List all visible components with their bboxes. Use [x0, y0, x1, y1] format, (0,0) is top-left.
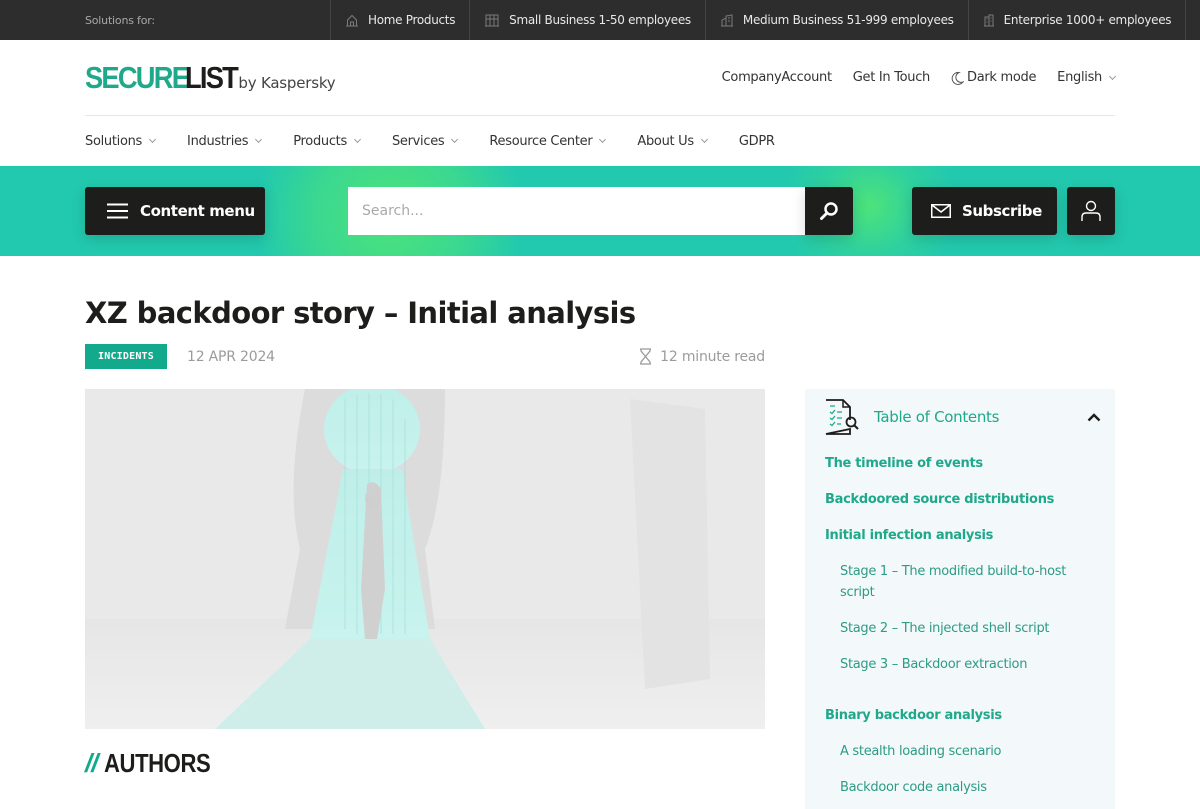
toc-title: Table of Contents	[874, 408, 1000, 426]
authors-heading: // AUTHORS	[85, 748, 230, 779]
search-button[interactable]	[805, 187, 853, 235]
language-select[interactable]: English	[1057, 70, 1117, 85]
nav-about-us-label: About Us	[637, 133, 694, 149]
solutions-home-products[interactable]: Home Products	[330, 0, 469, 40]
nav-gdpr-label: GDPR	[738, 133, 775, 149]
language-label: English	[1057, 70, 1102, 85]
table-of-contents: Table of Contents The timeline of events…	[805, 389, 1115, 809]
nav-industries[interactable]: Industries	[187, 133, 263, 149]
keyhole-illustration	[85, 389, 765, 729]
dark-mode-label: Dark mode	[967, 70, 1037, 85]
main-nav: Solutions Industries Products Services R…	[85, 116, 1115, 166]
chevron-up-icon	[1087, 412, 1101, 421]
solutions-bar: Solutions for: Home Products Small Busin…	[0, 0, 1200, 40]
logo-list: LIST	[185, 59, 239, 95]
article-meta: INCIDENTS 12 APR 2024 12 minute read	[85, 344, 765, 369]
dark-mode-toggle[interactable]: Dark mode	[951, 70, 1036, 85]
toc-item-backdoor-code[interactable]: Backdoor code analysis	[840, 777, 1090, 798]
medium-building-icon	[720, 13, 733, 26]
nav-services[interactable]: Services	[391, 133, 459, 149]
company-account-link[interactable]: CompanyAccount	[722, 70, 832, 85]
hero-image	[85, 389, 765, 729]
site-header: SECURE LIST by Kaspersky CompanyAccount …	[85, 40, 1117, 116]
search-icon	[820, 202, 838, 220]
authors-heading-text: AUTHORS	[104, 748, 211, 778]
solutions-small-business[interactable]: Small Business 1-50 employees	[469, 0, 705, 40]
hourglass-icon	[640, 348, 652, 365]
logo-by-kaspersky: by Kaspersky	[238, 73, 336, 92]
search-input[interactable]	[348, 187, 805, 235]
chevron-down-icon	[451, 135, 459, 144]
nav-industries-label: Industries	[187, 133, 249, 149]
toc-document-search-icon	[825, 399, 859, 435]
nav-services-label: Services	[391, 133, 445, 149]
nav-products[interactable]: Products	[293, 133, 361, 149]
read-time: 12 minute read	[639, 348, 765, 365]
nav-solutions[interactable]: Solutions	[85, 133, 157, 149]
nav-resource-center[interactable]: Resource Center	[489, 133, 607, 149]
toc-item-backdoored-sources[interactable]: Backdoored source distributions	[825, 492, 1054, 507]
get-in-touch-link[interactable]: Get In Touch	[853, 70, 931, 85]
nav-about-us[interactable]: About Us	[637, 133, 708, 149]
chevron-down-icon	[255, 135, 263, 144]
nav-gdpr[interactable]: GDPR	[739, 134, 775, 149]
solutions-small-business-label: Small Business 1-50 employees	[509, 13, 691, 27]
nav-products-label: Products	[293, 133, 347, 149]
securelist-logo[interactable]: SECURE LIST by Kaspersky	[85, 59, 336, 96]
small-building-icon	[485, 14, 500, 26]
home-icon	[346, 14, 358, 26]
nav-solutions-label: Solutions	[85, 133, 143, 149]
user-icon	[1081, 200, 1101, 221]
subscribe-button[interactable]: Subscribe	[912, 187, 1057, 235]
hamburger-icon	[107, 203, 128, 219]
solutions-home-products-label: Home Products	[368, 13, 456, 27]
category-tag[interactable]: INCIDENTS	[85, 344, 167, 369]
solutions-for-label: Solutions for:	[85, 13, 155, 27]
action-band: Content menu Subscribe	[0, 166, 1200, 256]
toc-item-stage-3[interactable]: Stage 3 – Backdoor extraction	[840, 654, 1090, 675]
logo-secure: SECURE	[85, 59, 190, 95]
chevron-down-icon	[149, 135, 157, 144]
chevron-down-icon	[599, 135, 607, 144]
publish-date: 12 APR 2024	[187, 348, 275, 365]
solutions-enterprise[interactable]: Enterprise 1000+ employees	[967, 0, 1187, 40]
toc-toggle[interactable]: Table of Contents	[825, 398, 1101, 436]
subscribe-label: Subscribe	[962, 202, 1042, 220]
toc-item-stage-1[interactable]: Stage 1 – The modified build-to-host scr…	[840, 561, 1090, 603]
toc-item-initial-infection[interactable]: Initial infection analysis	[825, 528, 993, 543]
toc-item-stealth-loading[interactable]: A stealth loading scenario	[840, 741, 1090, 762]
chevron-down-icon	[700, 135, 708, 144]
enterprise-building-icon	[983, 14, 994, 26]
heading-slashes: //	[85, 748, 98, 778]
chevron-down-icon	[1108, 72, 1117, 80]
account-button[interactable]	[1067, 187, 1115, 235]
toc-item-timeline[interactable]: The timeline of events	[825, 456, 983, 471]
article-title: XZ backdoor story – Initial analysis	[85, 296, 636, 330]
nav-resource-center-label: Resource Center	[489, 133, 593, 149]
moon-icon	[951, 71, 964, 85]
toc-item-stage-2[interactable]: Stage 2 – The injected shell script	[840, 618, 1090, 639]
toc-item-binary-backdoor[interactable]: Binary backdoor analysis	[825, 708, 1002, 723]
content-menu-button[interactable]: Content menu	[85, 187, 265, 235]
chevron-down-icon	[353, 135, 361, 144]
solutions-medium-business[interactable]: Medium Business 51-999 employees	[704, 0, 968, 40]
solutions-medium-business-label: Medium Business 51-999 employees	[742, 13, 954, 27]
read-time-label: 12 minute read	[660, 348, 765, 365]
header-links: CompanyAccount Get In Touch Dark mode En…	[722, 70, 1117, 85]
content-menu-label: Content menu	[140, 202, 255, 220]
solutions-enterprise-label: Enterprise 1000+ employees	[1003, 13, 1172, 27]
mail-icon	[931, 204, 951, 218]
